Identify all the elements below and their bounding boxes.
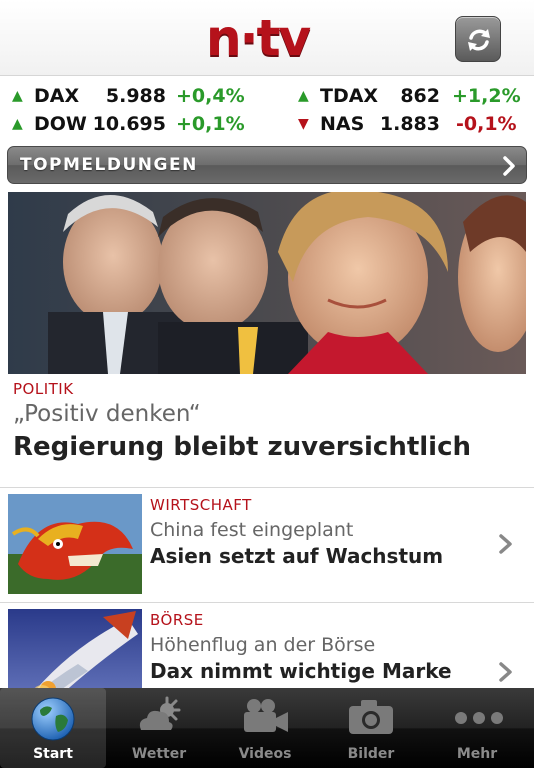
tab-mehr[interactable]: Mehr: [424, 688, 534, 768]
tab-bar: Start Wetter Videos Bilder Mehr: [0, 688, 534, 768]
chevron-right-icon: [503, 156, 515, 176]
topmeldungen-bar[interactable]: TOPMELDUNGEN: [7, 146, 527, 184]
article-thumbnail: [8, 494, 142, 594]
refresh-button[interactable]: [455, 16, 501, 62]
down-arrow-icon: ▼: [298, 116, 309, 132]
hero-category: POLITIK: [13, 380, 74, 398]
tab-label: Wetter: [131, 746, 187, 762]
video-camera-icon: [244, 699, 288, 732]
ticker-value: 862: [400, 85, 440, 107]
globe-icon: [31, 697, 75, 741]
refresh-icon: [468, 29, 490, 51]
tab-label: Mehr: [456, 746, 498, 762]
tab-label: Bilder: [347, 746, 395, 762]
list-item[interactable]: WIRTSCHAFT China fest eingeplant Asien s…: [0, 488, 534, 600]
tab-videos[interactable]: Videos: [212, 688, 318, 768]
ticker-item-dow[interactable]: ▲ DOW 10.695 +0,1%: [12, 110, 245, 138]
ticker-change: +1,2%: [452, 85, 521, 107]
up-arrow-icon: ▲: [12, 88, 23, 104]
ticker-change: -0,1%: [456, 113, 517, 135]
article-subtitle: China fest eingeplant: [150, 519, 354, 541]
ticker-name: DOW: [34, 113, 87, 135]
tab-label: Start: [33, 746, 73, 762]
hero-subtitle[interactable]: „Positiv denken“: [13, 401, 201, 427]
app-header: n·tv: [0, 0, 534, 76]
article-subtitle: Höhenflug an der Börse: [150, 634, 376, 656]
up-arrow-icon: ▲: [12, 116, 23, 132]
ticker-change: +0,1%: [176, 113, 245, 135]
ticker-name: DAX: [34, 85, 80, 107]
tab-bilder[interactable]: Bilder: [318, 688, 424, 768]
chevron-right-icon: [499, 534, 512, 554]
ticker-value: 5.988: [105, 85, 166, 107]
topbar-label: TOPMELDUNGEN: [20, 155, 198, 175]
tab-label: Videos: [238, 746, 292, 762]
article-category: BÖRSE: [150, 611, 204, 629]
article-category: WIRTSCHAFT: [150, 496, 252, 514]
ticker-item-nas[interactable]: ▼ NAS 1.883 -0,1%: [298, 110, 528, 138]
ticker-change: +0,4%: [176, 85, 245, 107]
tab-wetter[interactable]: Wetter: [106, 688, 212, 768]
hero-title[interactable]: Regierung bleibt zuversichtlich: [13, 432, 471, 462]
tab-start[interactable]: Start: [0, 688, 106, 768]
ntv-logo: n·tv: [206, 9, 311, 67]
ticker-item-tdax[interactable]: ▲ TDAX 862 +1,2%: [298, 82, 528, 110]
market-ticker: ▲ DAX 5.988 +0,4% ▲ TDAX 862 +1,2% ▲ DOW…: [0, 77, 534, 143]
ticker-value: 1.883: [379, 113, 440, 135]
more-dots-icon: [455, 712, 503, 724]
ticker-item-dax[interactable]: ▲ DAX 5.988 +0,4%: [12, 82, 245, 110]
ticker-value: 10.695: [92, 113, 166, 135]
ticker-name: TDAX: [320, 85, 379, 107]
up-arrow-icon: ▲: [298, 88, 309, 104]
chevron-right-icon: [499, 662, 512, 682]
photo-camera-icon: [349, 700, 393, 734]
weather-icon: [139, 696, 181, 730]
article-title: Asien setzt auf Wachstum: [150, 544, 444, 568]
hero-image[interactable]: [8, 192, 526, 374]
article-title: Dax nimmt wichtige Marke: [150, 659, 452, 683]
ticker-name: NAS: [320, 113, 365, 135]
